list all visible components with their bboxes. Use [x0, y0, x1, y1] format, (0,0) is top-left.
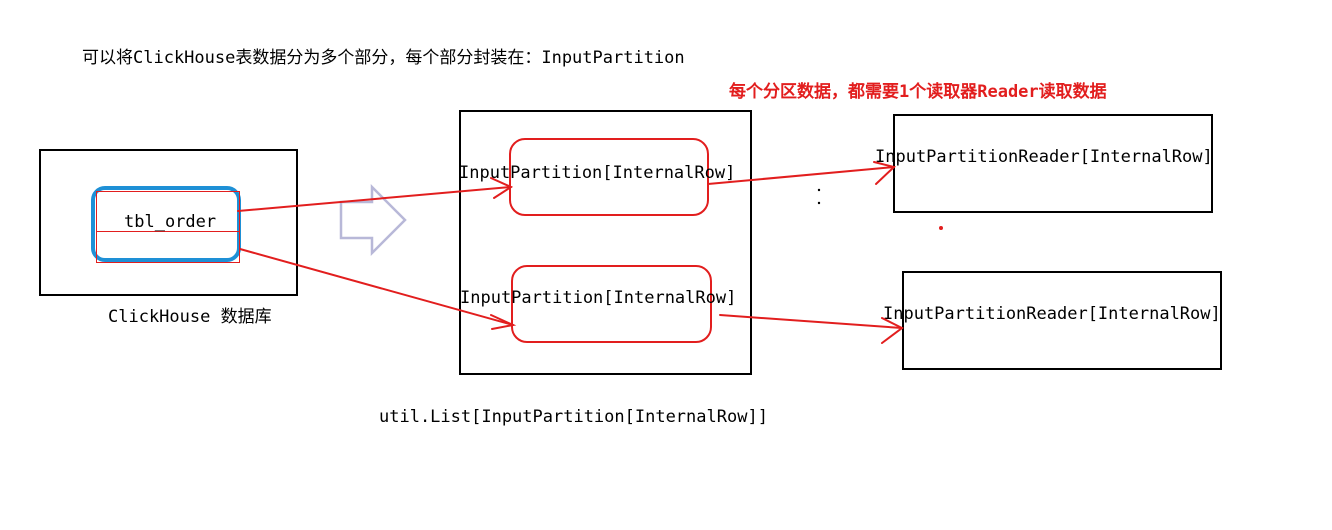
- red-dot-mark: [939, 226, 943, 230]
- arrow-table-to-partition-1: [237, 177, 514, 212]
- arrow-table-to-partition-2: [239, 248, 517, 330]
- dot-mark: [817, 201, 821, 205]
- dot-mark: [817, 188, 821, 192]
- arrow-partition-1-to-reader-1: [707, 161, 897, 185]
- arrow-partition-2-to-reader-2: [719, 314, 904, 344]
- connector-layer: [237, 161, 943, 344]
